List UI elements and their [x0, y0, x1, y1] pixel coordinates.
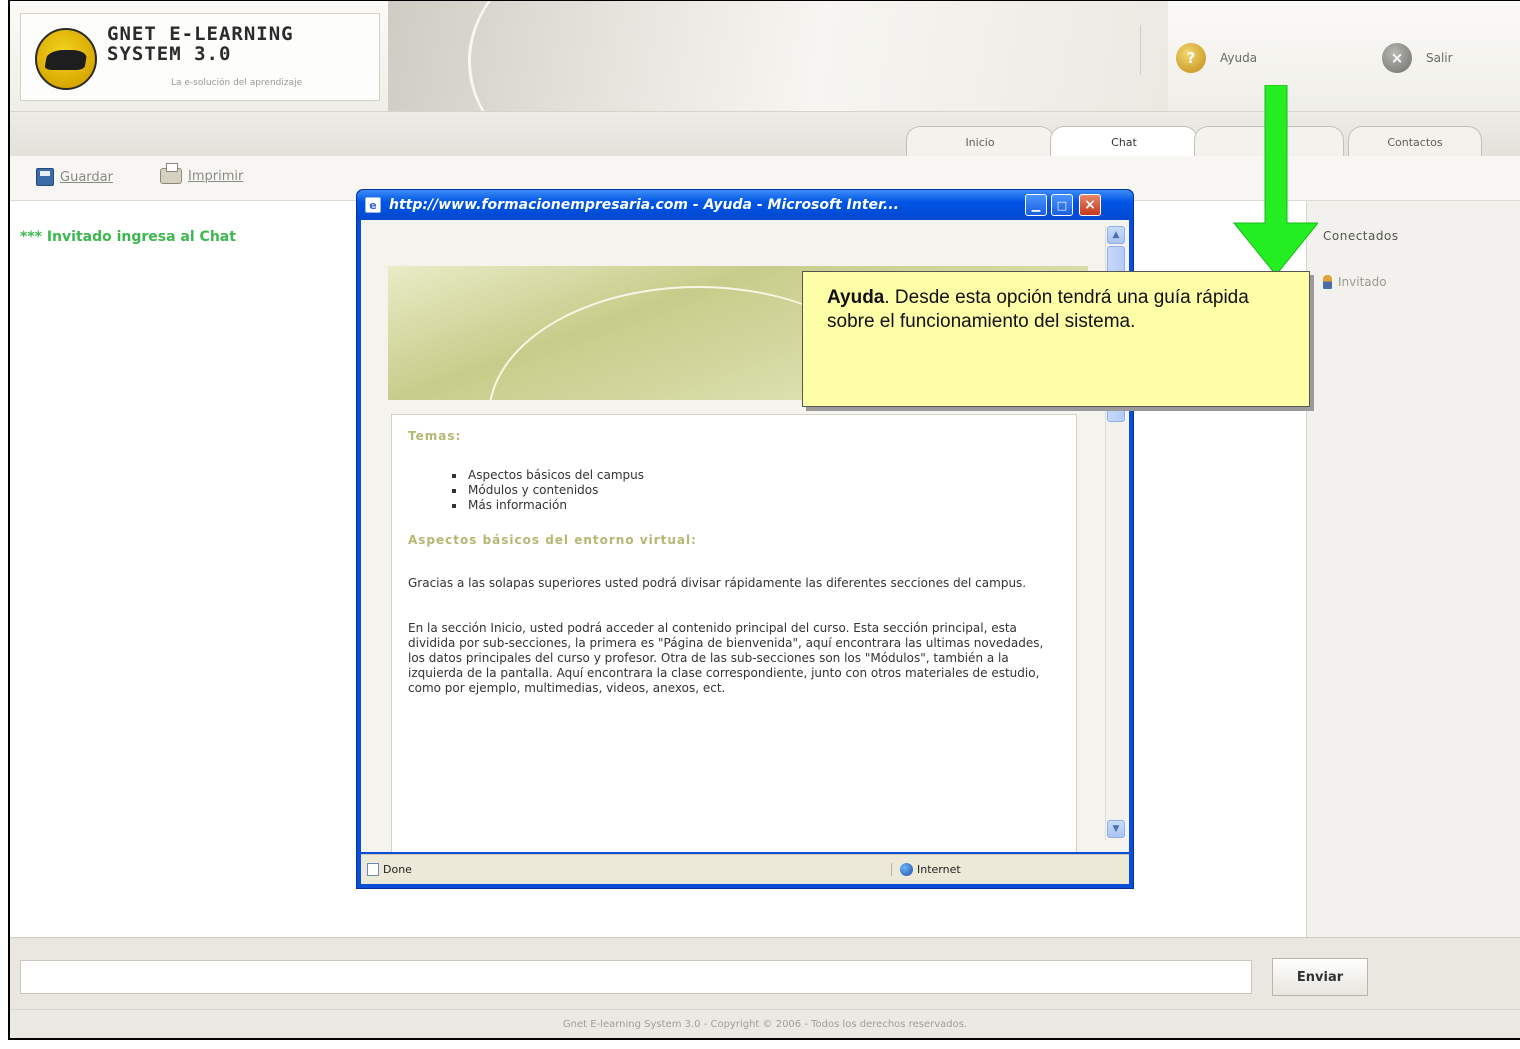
save-label: Guardar — [60, 169, 113, 185]
footer: Gnet E-learning System 3.0 - Copyright ©… — [10, 1009, 1520, 1038]
popup-titlebar[interactable]: e http://www.formacionempresaria.com - A… — [357, 190, 1133, 220]
section-heading: Aspectos básicos del entorno virtual: — [408, 533, 697, 547]
header-banner — [388, 1, 1168, 181]
logo-title: GNET E-LEARNING SYSTEM 3.0 — [107, 23, 294, 65]
save-button[interactable]: Guardar — [36, 168, 113, 186]
zone-text: Internet — [917, 863, 961, 876]
help-icon: ? — [1176, 43, 1206, 73]
help-label: Ayuda — [1220, 51, 1258, 65]
page-icon — [367, 863, 379, 876]
close-button[interactable]: × — [1079, 194, 1101, 216]
help-content: Temas: Aspectos básicos del campus Módul… — [391, 414, 1077, 852]
graduation-cap-icon — [35, 28, 97, 90]
popup-title: http://www.formacionempresaria.com - Ayu… — [389, 197, 899, 213]
popup-statusbar: Done Internet — [361, 854, 1129, 884]
exit-link[interactable]: × Salir — [1382, 43, 1453, 73]
user-name: Invitado — [1338, 275, 1387, 289]
logo: GNET E-LEARNING SYSTEM 3.0 La e-solución… — [20, 13, 380, 101]
chat-message: *** Invitado ingresa al Chat — [20, 229, 236, 245]
exit-label: Salir — [1426, 51, 1453, 65]
save-icon — [36, 168, 54, 186]
ie-page-icon: e — [365, 197, 381, 213]
scroll-down-icon[interactable]: ▼ — [1107, 820, 1125, 838]
topics-list: Aspectos básicos del campus Módulos y co… — [452, 468, 1060, 513]
message-input[interactable] — [20, 960, 1252, 994]
connected-users-panel: Conectados Invitado — [1306, 201, 1520, 937]
message-bar: Enviar — [10, 937, 1520, 1009]
print-label: Imprimir — [188, 168, 244, 184]
maximize-button[interactable]: □ — [1051, 194, 1073, 216]
status-text: Done — [383, 863, 412, 876]
user-item[interactable]: Invitado — [1323, 275, 1387, 289]
annotation-text: . Desde esta opción tendrá una guía rápi… — [827, 287, 1249, 332]
paragraph: Gracias a las solapas superiores usted p… — [408, 576, 1027, 590]
topic-item[interactable]: Más información — [452, 498, 1060, 513]
help-link[interactable]: ? Ayuda — [1176, 43, 1257, 73]
topics-heading: Temas: — [408, 429, 462, 443]
minimize-button[interactable]: ▁ — [1025, 194, 1047, 216]
header-divider — [1140, 25, 1141, 75]
tab-inicio[interactable]: Inicio — [906, 126, 1054, 157]
exit-icon: × — [1382, 43, 1412, 73]
tab-contactos[interactable]: Contactos — [1348, 126, 1482, 157]
down-arrow-icon — [1232, 85, 1318, 275]
topic-item[interactable]: Aspectos básicos del campus — [452, 468, 1060, 483]
annotation-bold: Ayuda — [827, 287, 885, 308]
send-button[interactable]: Enviar — [1272, 958, 1368, 996]
globe-icon — [900, 863, 913, 876]
annotation-callout: Ayuda. Desde esta opción tendrá una guía… — [802, 271, 1310, 407]
print-icon — [160, 163, 182, 184]
paragraph: En la sección Inicio, usted podrá accede… — [408, 621, 1044, 695]
print-button[interactable]: Imprimir — [160, 163, 244, 184]
app-window: GNET E-LEARNING SYSTEM 3.0 La e-solución… — [8, 0, 1520, 1040]
topic-item[interactable]: Módulos y contenidos — [452, 483, 1060, 498]
logo-tagline: La e-solución del aprendizaje — [171, 78, 303, 88]
users-title: Conectados — [1323, 229, 1399, 243]
user-icon — [1323, 275, 1332, 289]
tab-chat[interactable]: Chat — [1050, 126, 1198, 158]
scroll-up-icon[interactable]: ▲ — [1107, 226, 1125, 244]
